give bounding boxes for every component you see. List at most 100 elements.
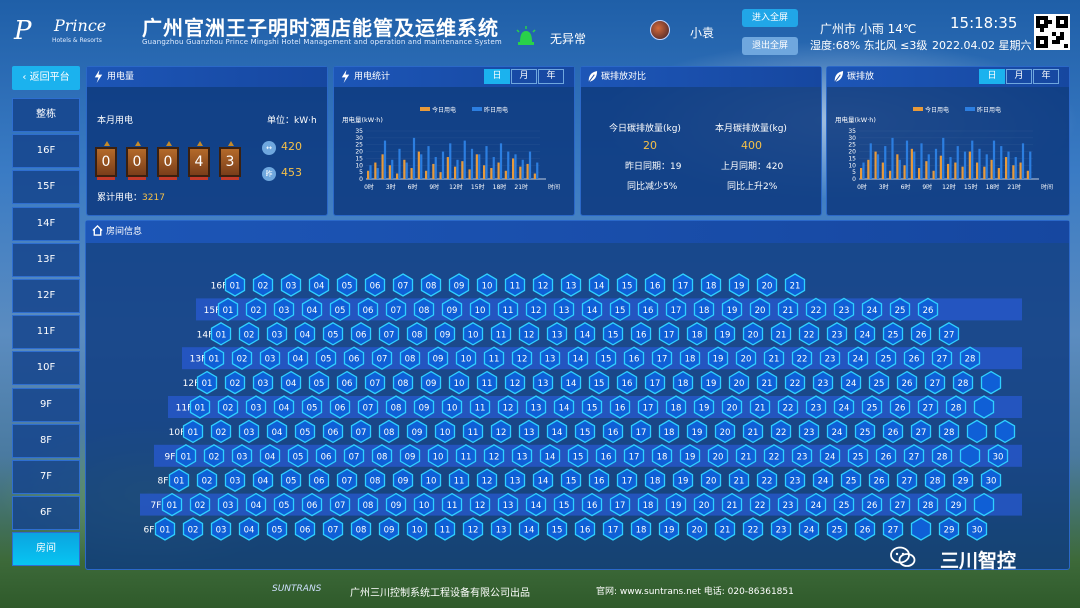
room-cell[interactable]: 27 — [917, 395, 939, 419]
tab-day[interactable]: 日 — [484, 69, 510, 84]
room-cell[interactable]: 22 — [798, 322, 820, 346]
room-cell[interactable]: 23 — [770, 517, 792, 541]
room-cell-empty[interactable] — [966, 419, 988, 444]
room-cell[interactable]: 06 — [322, 419, 344, 444]
room-cell[interactable]: 18 — [651, 444, 673, 468]
room-cell[interactable]: 25 — [861, 395, 883, 419]
room-cell[interactable]: 18 — [693, 297, 715, 322]
room-cell[interactable]: 21 — [770, 322, 792, 346]
room-cell[interactable]: 12 — [525, 297, 547, 322]
room-cell[interactable]: 10 — [441, 395, 463, 419]
room-cell[interactable]: 06 — [364, 273, 386, 297]
room-cell[interactable]: 01 — [161, 492, 183, 517]
room-cell[interactable]: 01 — [196, 370, 218, 395]
room-cell[interactable]: 26 — [875, 444, 897, 468]
room-cell[interactable]: 11 — [455, 444, 477, 468]
room-cell[interactable]: 01 — [175, 444, 197, 468]
room-cell[interactable]: 05 — [329, 297, 351, 322]
room-cell[interactable]: 19 — [679, 444, 701, 468]
room-cell[interactable]: 26 — [854, 517, 876, 541]
room-cell[interactable]: 12 — [532, 273, 554, 297]
room-cell[interactable]: 17 — [658, 322, 680, 346]
room-cell[interactable]: 21 — [784, 273, 806, 297]
sidebar-item[interactable]: 16F — [12, 134, 80, 169]
room-cell[interactable]: 26 — [868, 468, 890, 492]
room-cell-empty[interactable] — [980, 370, 1002, 395]
room-cell[interactable]: 20 — [707, 444, 729, 468]
room-cell[interactable]: 09 — [392, 468, 414, 492]
room-cell[interactable]: 07 — [336, 468, 358, 492]
room-cell[interactable]: 10 — [434, 419, 456, 444]
room-cell[interactable]: 16 — [616, 370, 638, 395]
room-cell[interactable]: 02 — [210, 419, 232, 444]
room-cell[interactable]: 15 — [546, 517, 568, 541]
room-cell[interactable]: 25 — [868, 370, 890, 395]
room-cell[interactable]: 29 — [938, 517, 960, 541]
room-cell[interactable]: 17 — [665, 297, 687, 322]
room-cell[interactable]: 08 — [420, 273, 442, 297]
room-cell[interactable]: 10 — [448, 370, 470, 395]
room-cell[interactable]: 11 — [441, 492, 463, 517]
room-cell[interactable]: 11 — [483, 346, 505, 370]
room-cell[interactable]: 27 — [938, 322, 960, 346]
tab-month[interactable]: 月 — [1006, 69, 1032, 84]
room-cell[interactable]: 01 — [182, 419, 204, 444]
room-cell[interactable]: 20 — [721, 395, 743, 419]
room-cell[interactable]: 21 — [756, 370, 778, 395]
room-cell[interactable]: 05 — [308, 370, 330, 395]
room-cell[interactable]: 21 — [749, 395, 771, 419]
room-cell[interactable]: 22 — [777, 395, 799, 419]
tab-year[interactable]: 年 — [538, 69, 564, 84]
sidebar-item[interactable]: 10F — [12, 351, 80, 386]
room-cell[interactable]: 03 — [210, 517, 232, 541]
room-cell[interactable]: 04 — [308, 273, 330, 297]
room-cell[interactable]: 17 — [609, 492, 631, 517]
room-cell[interactable]: 14 — [567, 346, 589, 370]
room-cell[interactable]: 04 — [273, 395, 295, 419]
room-cell[interactable]: 24 — [826, 419, 848, 444]
room-cell[interactable]: 28 — [924, 468, 946, 492]
room-cell[interactable]: 18 — [672, 370, 694, 395]
room-cell[interactable]: 27 — [889, 492, 911, 517]
room-cell[interactable]: 03 — [238, 419, 260, 444]
room-cell[interactable]: 21 — [728, 468, 750, 492]
room-cell[interactable]: 05 — [301, 395, 323, 419]
sidebar-item[interactable]: 整栋 — [12, 98, 80, 132]
room-cell[interactable]: 10 — [462, 322, 484, 346]
room-cell[interactable]: 22 — [763, 444, 785, 468]
room-cell[interactable]: 15 — [616, 273, 638, 297]
room-cell[interactable]: 27 — [903, 444, 925, 468]
room-cell-empty[interactable] — [994, 419, 1016, 444]
room-cell[interactable]: 10 — [476, 273, 498, 297]
room-cell[interactable]: 26 — [903, 346, 925, 370]
room-cell[interactable]: 14 — [581, 297, 603, 322]
room-cell[interactable]: 16 — [588, 468, 610, 492]
room-cell[interactable]: 12 — [476, 468, 498, 492]
room-cell[interactable]: 01 — [217, 297, 239, 322]
room-cell[interactable]: 14 — [532, 468, 554, 492]
room-cell[interactable]: 15 — [567, 444, 589, 468]
room-cell[interactable]: 02 — [217, 395, 239, 419]
room-cell[interactable]: 19 — [665, 492, 687, 517]
room-cell-empty[interactable] — [910, 517, 932, 541]
room-cell[interactable]: 27 — [910, 419, 932, 444]
room-cell-empty[interactable] — [959, 444, 981, 468]
room-cell[interactable]: 26 — [917, 297, 939, 322]
room-cell[interactable]: 12 — [469, 492, 491, 517]
room-cell[interactable]: 07 — [392, 273, 414, 297]
room-cell[interactable]: 11 — [462, 419, 484, 444]
room-cell[interactable]: 09 — [434, 322, 456, 346]
room-cell[interactable]: 02 — [252, 273, 274, 297]
room-cell[interactable]: 14 — [539, 444, 561, 468]
room-cell[interactable]: 15 — [560, 468, 582, 492]
room-cell[interactable]: 06 — [301, 492, 323, 517]
room-cell[interactable]: 28 — [952, 370, 974, 395]
room-cell[interactable]: 23 — [826, 322, 848, 346]
room-cell[interactable]: 21 — [721, 492, 743, 517]
room-cell[interactable]: 09 — [385, 492, 407, 517]
room-cell[interactable]: 28 — [959, 346, 981, 370]
room-cell[interactable]: 18 — [700, 273, 722, 297]
room-cell[interactable]: 26 — [896, 370, 918, 395]
room-cell[interactable]: 08 — [413, 297, 435, 322]
sidebar-item[interactable]: 13F — [12, 242, 80, 277]
